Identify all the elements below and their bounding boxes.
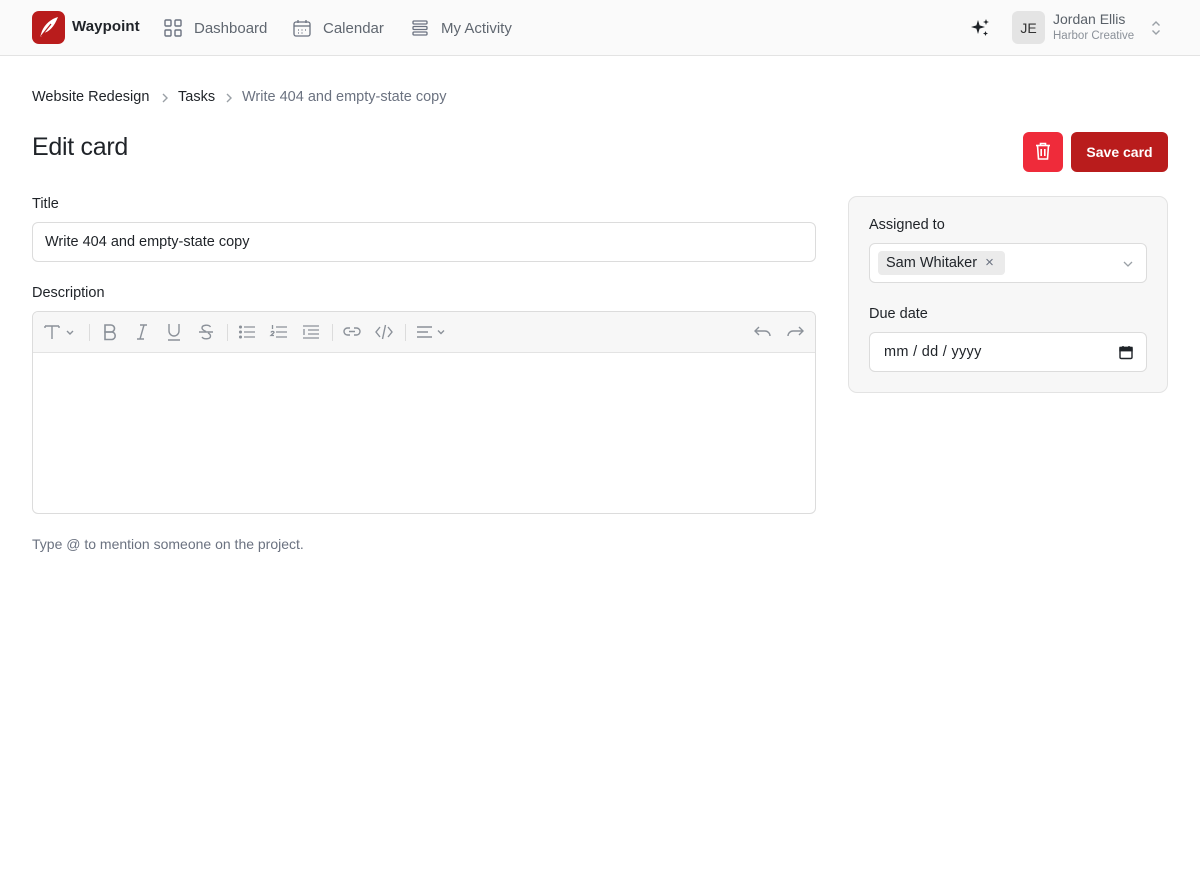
- redo-icon[interactable]: [785, 322, 805, 342]
- calendar-icon[interactable]: [1119, 345, 1133, 360]
- description-label: Description: [32, 285, 105, 301]
- nav-label: Dashboard: [194, 19, 268, 37]
- align-icon[interactable]: [416, 322, 450, 342]
- text-style-icon[interactable]: [43, 322, 77, 342]
- assignee-select[interactable]: Sam Whitaker ×: [869, 243, 1147, 283]
- trash-icon: [1034, 141, 1052, 164]
- toolbar-divider: [405, 324, 406, 341]
- strikethrough-icon[interactable]: [196, 322, 216, 342]
- list-stack-icon: [410, 18, 430, 38]
- user-name[interactable]: Jordan Ellis: [1053, 11, 1125, 27]
- sparkle-icon[interactable]: [969, 17, 991, 39]
- top-navbar: Waypoint Dashboard Calendar My Activity …: [0, 0, 1200, 56]
- underline-icon[interactable]: [164, 322, 184, 342]
- avatar[interactable]: JE: [1012, 11, 1045, 44]
- remove-icon[interactable]: ×: [985, 255, 997, 270]
- toolbar-divider: [227, 324, 228, 341]
- toolbar-divider: [89, 324, 90, 341]
- link-icon[interactable]: [342, 322, 362, 342]
- bold-icon[interactable]: [100, 322, 120, 342]
- due-date-label: Due date: [869, 306, 928, 322]
- chevron-down-icon[interactable]: [1121, 257, 1135, 271]
- assigned-to-label: Assigned to: [869, 217, 945, 233]
- italic-icon[interactable]: [132, 322, 152, 342]
- numbered-list-icon[interactable]: [269, 322, 289, 342]
- calendar-icon: [292, 18, 312, 38]
- due-date-placeholder: mm / dd / yyyy: [884, 344, 982, 360]
- mention-hint: Type @ to mention someone on the project…: [32, 536, 304, 552]
- bullet-list-icon[interactable]: [237, 322, 257, 342]
- description-editor[interactable]: [32, 311, 816, 514]
- user-org: Harbor Creative: [1053, 30, 1135, 42]
- editor-content[interactable]: [45, 364, 803, 504]
- delete-button[interactable]: [1023, 132, 1063, 172]
- indent-icon[interactable]: [301, 322, 321, 342]
- toolbar-divider: [332, 324, 333, 341]
- nav-label: Calendar: [323, 19, 384, 37]
- feather-icon[interactable]: [32, 11, 65, 44]
- breadcrumb-item[interactable]: Tasks: [178, 89, 215, 105]
- due-date-input[interactable]: mm / dd / yyyy: [869, 332, 1147, 372]
- app-name[interactable]: Waypoint: [72, 18, 140, 35]
- code-icon[interactable]: [374, 322, 394, 342]
- editor-toolbar: [33, 312, 815, 353]
- assignee-chip: Sam Whitaker ×: [878, 251, 1006, 275]
- page-title: Edit card: [32, 133, 128, 161]
- nav-item-my-activity[interactable]: My Activity: [410, 17, 512, 39]
- nav-label: My Activity: [441, 19, 512, 37]
- chevron-up-down-icon[interactable]: [1148, 18, 1164, 38]
- assignee-name: Sam Whitaker: [886, 255, 978, 271]
- breadcrumb-item[interactable]: Website Redesign: [32, 89, 149, 105]
- undo-icon[interactable]: [753, 322, 773, 342]
- nav-item-calendar[interactable]: Calendar: [292, 17, 384, 39]
- nav-item-dashboard[interactable]: Dashboard: [163, 17, 267, 39]
- chevron-right-icon: [223, 91, 235, 105]
- title-input[interactable]: [32, 222, 816, 262]
- title-label: Title: [32, 196, 59, 212]
- breadcrumb-current: Write 404 and empty-state copy: [242, 89, 447, 105]
- grid-icon: [163, 18, 183, 38]
- save-card-button[interactable]: Save card: [1071, 132, 1168, 172]
- chevron-right-icon: [159, 91, 171, 105]
